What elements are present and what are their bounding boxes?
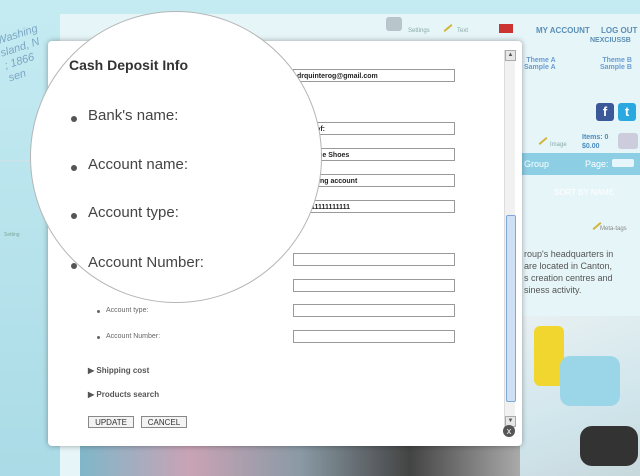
cart-icon[interactable] — [618, 133, 638, 149]
close-icon[interactable]: x — [503, 425, 515, 437]
extra-account-number-field[interactable] — [293, 330, 455, 343]
shipping-cost-toggle[interactable]: ▶ Shipping cost — [88, 366, 149, 375]
text-line: s creation centres and — [524, 273, 613, 283]
account-type-label-zoomed: Account type: — [88, 204, 179, 221]
extra-field-1[interactable] — [293, 253, 455, 266]
text-link[interactable]: Text — [457, 28, 468, 34]
theme-name: Theme A — [526, 57, 556, 64]
bank-name-label: Bank's name: — [88, 107, 179, 124]
text-line: are located in Canton, — [524, 261, 613, 271]
text-line: siness activity. — [524, 285, 582, 295]
username: NEXCIUSSB — [590, 37, 631, 44]
theme-a[interactable]: Theme A Sample A — [524, 57, 556, 71]
group-bar: Group Page: — [520, 153, 640, 175]
settings-icon[interactable] — [386, 17, 402, 31]
email-field[interactable]: drquinterog@gmail.com — [293, 69, 455, 82]
cart-items: Items: 0 — [582, 134, 609, 141]
sort-bar: SORT BY NAME — [520, 178, 640, 204]
twitter-icon[interactable]: t — [618, 103, 636, 121]
photo-shape — [580, 426, 638, 466]
extra-field-2[interactable] — [293, 279, 455, 292]
cart-total: $0.00 — [582, 143, 600, 150]
products-search-toggle[interactable]: ▶ Products search — [88, 390, 159, 399]
cancel-button[interactable]: CANCEL — [141, 416, 187, 428]
bullet — [71, 165, 77, 171]
scrollbar-thumb[interactable] — [506, 215, 516, 402]
triangle-right-icon: ▶ — [88, 366, 95, 375]
sort-label[interactable]: SORT BY NAME — [554, 188, 614, 197]
account-name-label: Account name: — [88, 156, 189, 173]
scroll-up-icon[interactable]: ▲ — [505, 50, 516, 61]
page-selector[interactable] — [612, 159, 634, 167]
bullet — [71, 213, 77, 219]
modal-title: Cash Deposit Info — [69, 57, 189, 73]
group-label[interactable]: Group — [524, 159, 549, 169]
account-number-label-zoomed: Account Number: — [88, 254, 204, 271]
cart-summary[interactable]: Items: 0 $0.00 — [582, 133, 608, 151]
product-photo — [520, 316, 640, 476]
meta-tags-link[interactable]: Meta-tags — [600, 226, 627, 232]
theme-name: Theme B — [602, 57, 632, 64]
account-type-label: Account type: — [106, 307, 149, 314]
flag-icon[interactable] — [499, 24, 513, 33]
log-out-link[interactable]: LOG OUT — [601, 26, 637, 35]
photo-shape — [560, 356, 620, 406]
my-account-link[interactable]: MY ACCOUNT — [536, 26, 590, 35]
bullet — [71, 263, 77, 269]
account-number-field[interactable]: 111111111111111 — [293, 200, 455, 213]
text-line: roup's headquarters in — [524, 249, 614, 259]
extra-account-type-field[interactable] — [293, 304, 455, 317]
settings-link[interactable]: Settings — [408, 28, 430, 34]
account-number-label: Account Number: — [106, 333, 161, 340]
theme-sample: Sample A — [524, 64, 556, 71]
theme-b[interactable]: Theme B Sample B — [600, 57, 632, 71]
description-text: roup's headquarters in are located in Ca… — [524, 248, 640, 296]
section-label: Shipping cost — [96, 366, 150, 375]
page-label: Page: — [585, 159, 609, 169]
bullet — [97, 310, 100, 313]
facebook-icon[interactable]: f — [596, 103, 614, 121]
triangle-right-icon: ▶ — [88, 390, 95, 399]
bullet — [97, 336, 100, 339]
bullet — [71, 116, 77, 122]
theme-sample: Sample B — [600, 64, 632, 71]
modal-scrollbar[interactable]: ▲ ▼ — [504, 50, 516, 430]
image-link[interactable]: Image — [550, 142, 567, 148]
side-setting-link[interactable]: Setting — [4, 232, 20, 238]
update-button[interactable]: UPDATE — [88, 416, 134, 428]
section-label: Products search — [96, 390, 160, 399]
